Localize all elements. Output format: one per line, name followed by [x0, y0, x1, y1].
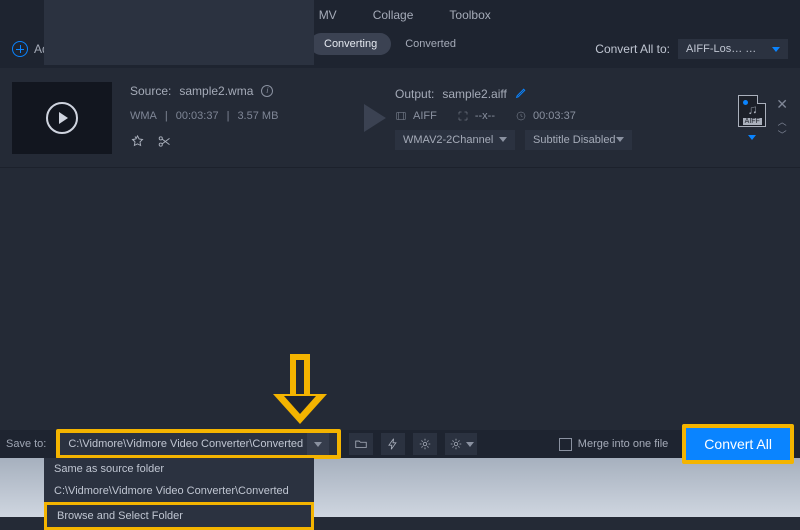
- high-speed-button[interactable]: [413, 433, 437, 455]
- film-icon: [395, 110, 407, 122]
- info-icon[interactable]: i: [261, 85, 273, 97]
- tab-collage[interactable]: Collage: [373, 2, 414, 28]
- toolbar-right: Convert All to: AIFF-Los… Quality: [595, 39, 788, 59]
- bottom-bar: Save to: C:\Vidmore\Vidmore Video Conver…: [0, 430, 800, 458]
- convert-all-to-label: Convert All to:: [595, 42, 670, 56]
- merge-checkbox[interactable]: Merge into one file: [559, 438, 669, 451]
- move-down-button[interactable]: ﹀: [778, 132, 787, 139]
- dropdown-browse-folder[interactable]: Browse and Select Folder: [44, 502, 314, 530]
- rename-icon[interactable]: [515, 86, 528, 102]
- caret-down-icon: [772, 47, 780, 52]
- target-format-value: AIFF-Los… Quality: [686, 43, 764, 55]
- output-name: sample2.aiff: [442, 87, 506, 101]
- dropdown-recent-path[interactable]: C:\Vidmore\Vidmore Video Converter\Conve…: [44, 480, 314, 502]
- open-folder-button[interactable]: [349, 433, 373, 455]
- file-item: Source: sample2.wma i WMA | 00:03:37 | 3…: [0, 68, 800, 168]
- source-name: sample2.wma: [179, 84, 253, 98]
- converted-link[interactable]: Converted: [405, 38, 456, 50]
- format-ext: AIFF: [743, 118, 762, 125]
- scissors-icon[interactable]: [157, 134, 172, 152]
- audio-track-value: WMAV2-2Channel: [403, 134, 493, 146]
- subtitle-select[interactable]: Subtitle Disabled: [525, 130, 632, 150]
- source-column: Source: sample2.wma i WMA | 00:03:37 | 3…: [130, 84, 355, 152]
- toolbar-center: Converting Converted: [310, 33, 456, 55]
- plus-icon: [12, 41, 28, 57]
- thumbnail[interactable]: [12, 82, 112, 154]
- save-path-dropdown: Same as source folder C:\Vidmore\Vidmore…: [44, 458, 314, 530]
- expand-icon: [457, 110, 469, 122]
- arrow-divider: [355, 104, 395, 132]
- source-duration: 00:03:37: [176, 110, 219, 122]
- output-format: AIFF: [413, 110, 437, 122]
- caret-down-icon: [314, 442, 322, 447]
- audio-track-select[interactable]: WMAV2-2Channel: [395, 130, 515, 150]
- convert-all-button[interactable]: Convert All: [682, 424, 794, 464]
- output-column: Output: sample2.aiff AIFF --x-- 00:03:37…: [395, 86, 728, 150]
- source-format: WMA: [130, 110, 157, 122]
- save-path-value: C:\Vidmore\Vidmore Video Converter\Conve…: [68, 438, 303, 450]
- output-label: Output:: [395, 87, 434, 101]
- remove-item-button[interactable]: ✕: [776, 96, 788, 113]
- arrow-right-icon: [364, 104, 386, 132]
- source-size: 3.57 MB: [237, 110, 278, 122]
- dropdown-same-folder[interactable]: Same as source folder: [44, 458, 314, 480]
- format-badge[interactable]: AIFF: [738, 95, 766, 127]
- checkbox-icon: [559, 438, 572, 451]
- target-format-select[interactable]: AIFF-Los… Quality: [678, 39, 788, 59]
- caret-down-icon[interactable]: [748, 135, 756, 140]
- output-format-column: AIFF: [738, 95, 766, 140]
- play-icon: [59, 112, 68, 124]
- hardware-accel-button[interactable]: [381, 433, 405, 455]
- output-duration: 00:03:37: [533, 110, 576, 122]
- tab-mv[interactable]: MV: [319, 2, 337, 28]
- caret-down-icon: [499, 137, 507, 142]
- subtitle-value: Subtitle Disabled: [533, 134, 616, 146]
- play-button[interactable]: [46, 102, 78, 134]
- caret-down-icon: [616, 137, 624, 142]
- clock-icon: [515, 110, 527, 122]
- move-up-button[interactable]: ︿: [778, 119, 787, 126]
- settings-button[interactable]: [445, 433, 477, 455]
- source-label: Source:: [130, 84, 171, 98]
- annotation-arrow: [275, 354, 325, 434]
- save-to-label: Save to:: [6, 438, 46, 450]
- tab-toolbox[interactable]: Toolbox: [449, 2, 490, 28]
- merge-label: Merge into one file: [578, 438, 669, 450]
- converting-pill[interactable]: Converting: [310, 33, 391, 55]
- caret-down-icon: [466, 442, 474, 447]
- item-controls: ✕ ︿ ﹀: [776, 96, 788, 139]
- music-note-icon: [747, 105, 758, 116]
- star-icon[interactable]: [130, 134, 145, 152]
- output-resolution: --x--: [475, 110, 495, 122]
